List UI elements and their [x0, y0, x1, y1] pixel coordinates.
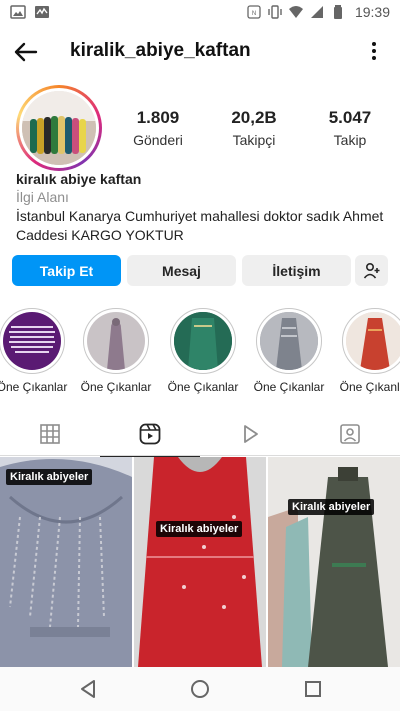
signal-icon: [310, 6, 323, 18]
back-arrow-icon[interactable]: [12, 38, 40, 66]
highlight-cover: [346, 312, 400, 370]
play-icon: [244, 425, 258, 443]
post-thumbnail[interactable]: Kiralık abiyeler: [268, 457, 400, 667]
wifi-icon: [288, 6, 303, 18]
reels-icon: [139, 423, 161, 445]
avatar-photo: [22, 91, 96, 165]
svg-text:N: N: [252, 11, 256, 17]
more-options-icon[interactable]: [370, 40, 378, 62]
profile-username: kiralik_abiye_kaftan: [70, 40, 251, 61]
profile-category: İlgi Alanı: [16, 189, 69, 205]
followers-label: Takipçi: [232, 132, 276, 148]
back-triangle-icon[interactable]: [76, 677, 100, 701]
profile-tabs: [0, 412, 400, 457]
posts-grid: Kiralık abiyeler Kiralık abiyeler Kiralı…: [0, 457, 400, 667]
posts-count: 1.809: [136, 108, 180, 127]
profile-stats: 1.809 Gönderi 20,2B Takipçi 5.047 Takip: [110, 108, 400, 148]
recents-square-icon[interactable]: [301, 677, 325, 701]
post-tag-label: Kiralık abiyeler: [6, 469, 93, 485]
tagged-person-icon: [340, 424, 360, 444]
post-tag-label: Kiralık abiyeler: [156, 521, 243, 537]
story-highlight[interactable]: Öne Çıkanlar: [254, 308, 324, 394]
highlight-label: Öne Çıkanlar: [339, 380, 400, 394]
highlight-cover: [3, 312, 61, 370]
activity-icon: [35, 6, 49, 18]
contact-button[interactable]: İletişim: [242, 255, 351, 286]
system-navigation-bar: [0, 667, 400, 711]
tab-reels[interactable]: [100, 412, 200, 457]
grid-icon: [40, 424, 60, 444]
story-highlight[interactable]: Öne Çıkanlar: [81, 308, 151, 394]
image-icon: [10, 5, 26, 19]
stat-followers[interactable]: 20,2B Takipçi: [206, 108, 302, 148]
highlight-label: Öne Çıkanlar: [167, 380, 239, 394]
suggested-users-button[interactable]: [355, 255, 388, 286]
story-highlight[interactable]: Öne Çıkanlar: [340, 308, 400, 394]
posts-label: Gönderi: [133, 132, 183, 148]
profile-display-name: kiralık abiye kaftan: [16, 171, 142, 187]
profile-avatar[interactable]: [16, 85, 102, 171]
status-bar: N 19:39: [0, 0, 400, 26]
post-image: [0, 457, 132, 667]
highlight-label: Öne Çıkanlar: [253, 380, 325, 394]
story-highlight[interactable]: Öne Çıkanlar: [168, 308, 238, 394]
home-circle-icon[interactable]: [188, 677, 212, 701]
nfc-icon: N: [247, 5, 261, 19]
highlight-label: Öne Çıkanlar: [80, 380, 152, 394]
post-thumbnail[interactable]: Kiralık abiyeler: [134, 457, 266, 667]
profile-bio: İstanbul Kanarya Cumhuriyet mahallesi do…: [16, 208, 384, 243]
post-tag-label: Kiralık abiyeler: [288, 499, 375, 515]
story-highlight[interactable]: Öne Çıkanlar: [0, 308, 67, 394]
profile-header: kiralik_abiye_kaftan: [0, 26, 400, 76]
tab-tagged[interactable]: [300, 412, 400, 456]
stat-posts[interactable]: 1.809 Gönderi: [110, 108, 206, 148]
highlight-cover: [260, 312, 318, 370]
tab-grid[interactable]: [0, 412, 100, 456]
clock: 19:39: [354, 4, 390, 20]
highlight-cover: [87, 312, 145, 370]
follow-button[interactable]: Takip Et: [12, 255, 121, 286]
highlight-cover: [174, 312, 232, 370]
post-image: [268, 457, 400, 667]
following-count: 5.047: [328, 108, 372, 127]
following-label: Takip: [333, 132, 367, 148]
post-thumbnail[interactable]: Kiralık abiyeler: [0, 457, 132, 667]
add-person-icon: [363, 262, 379, 279]
post-image: [134, 457, 266, 667]
tab-videos[interactable]: [200, 412, 300, 456]
followers-count: 20,2B: [231, 108, 277, 127]
highlight-label: Öne Çıkanlar: [0, 380, 68, 394]
message-button[interactable]: Mesaj: [127, 255, 236, 286]
battery-icon: [333, 5, 342, 19]
vibrate-icon: [268, 5, 282, 19]
stat-following[interactable]: 5.047 Takip: [302, 108, 398, 148]
